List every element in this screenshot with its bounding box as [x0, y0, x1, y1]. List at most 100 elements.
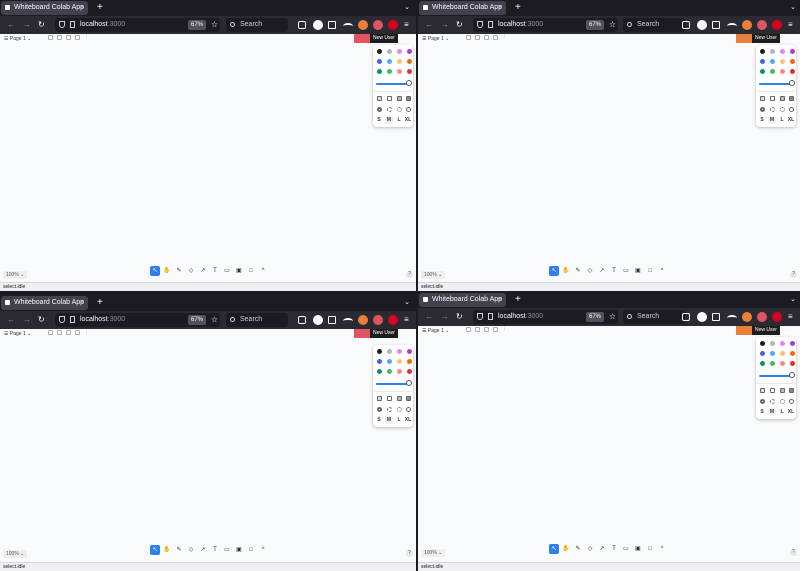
- list-all-tabs-icon[interactable]: ⌄: [404, 0, 410, 16]
- draw-tool-icon[interactable]: ✎: [174, 545, 184, 555]
- size-s-button[interactable]: S: [758, 116, 766, 124]
- ublock-icon[interactable]: [772, 20, 782, 30]
- text-tool-icon[interactable]: T: [210, 545, 220, 555]
- list-all-tabs-icon[interactable]: ⌄: [404, 295, 410, 311]
- fill-none-icon[interactable]: [760, 96, 765, 101]
- size-xl-button[interactable]: XL: [404, 116, 412, 124]
- undo-icon[interactable]: [466, 327, 471, 332]
- help-button[interactable]: ?: [790, 549, 797, 556]
- forward-icon[interactable]: →: [23, 311, 31, 329]
- url-text[interactable]: localhost:3000: [80, 18, 125, 32]
- color-swatch[interactable]: [397, 69, 402, 74]
- close-tab-icon[interactable]: ×: [80, 1, 84, 15]
- color-swatch[interactable]: [760, 361, 765, 366]
- size-m-button[interactable]: M: [385, 416, 393, 424]
- color-swatch[interactable]: [377, 369, 382, 374]
- size-l-button[interactable]: L: [778, 116, 786, 124]
- size-s-button[interactable]: S: [758, 408, 766, 416]
- color-swatch[interactable]: [780, 341, 785, 346]
- url-bar[interactable]: localhost:3000 67% ☆: [473, 310, 618, 324]
- redo-icon[interactable]: [475, 327, 480, 332]
- fill-none-icon[interactable]: [760, 388, 765, 393]
- tracking-shield-icon[interactable]: [59, 316, 65, 323]
- extension-red-icon[interactable]: [373, 20, 383, 30]
- color-swatch[interactable]: [790, 351, 795, 356]
- opacity-slider-handle[interactable]: [406, 80, 412, 86]
- color-swatch[interactable]: [770, 341, 775, 346]
- browser-tab[interactable]: Whiteboard Colab App ×: [1, 1, 88, 15]
- search-input[interactable]: Search: [623, 18, 685, 32]
- forward-icon[interactable]: →: [441, 308, 449, 326]
- color-swatch[interactable]: [780, 49, 785, 54]
- bookmark-star-icon[interactable]: ☆: [211, 18, 218, 32]
- back-icon[interactable]: ←: [425, 308, 433, 326]
- undo-icon[interactable]: [466, 35, 471, 40]
- duplicate-icon[interactable]: [75, 330, 80, 335]
- media-tool-icon[interactable]: ▣: [633, 266, 643, 276]
- app-menu-icon[interactable]: ≡: [404, 16, 409, 34]
- reload-icon[interactable]: ↻: [38, 311, 45, 329]
- select-tool-icon[interactable]: ↖: [150, 545, 160, 555]
- zoom-level-badge[interactable]: 67%: [585, 312, 604, 322]
- color-swatch[interactable]: [377, 359, 382, 364]
- dash-dotted-icon[interactable]: [780, 399, 785, 404]
- pocket-icon[interactable]: [682, 313, 690, 321]
- back-icon[interactable]: ←: [7, 311, 15, 329]
- bridge-extension-icon[interactable]: [727, 23, 737, 29]
- reload-icon[interactable]: ↻: [456, 16, 463, 34]
- more-actions-icon[interactable]: ⋮: [84, 330, 89, 335]
- whiteboard-canvas[interactable]: [0, 44, 416, 283]
- page-info-icon[interactable]: [488, 313, 493, 320]
- duplicate-icon[interactable]: [75, 35, 80, 40]
- ublock-icon[interactable]: [772, 312, 782, 322]
- dash-dashed-icon[interactable]: [387, 407, 392, 412]
- hand-tool-icon[interactable]: ✋: [561, 544, 571, 554]
- page-info-icon[interactable]: [70, 316, 75, 323]
- trash-icon[interactable]: [484, 35, 489, 40]
- size-xl-button[interactable]: XL: [404, 416, 412, 424]
- whiteboard-canvas[interactable]: [418, 336, 800, 563]
- url-bar[interactable]: localhost:3000 67% ☆: [473, 18, 618, 32]
- help-button[interactable]: ?: [406, 271, 413, 278]
- redo-icon[interactable]: [57, 330, 62, 335]
- color-swatch[interactable]: [760, 351, 765, 356]
- fill-semi-icon[interactable]: [770, 388, 775, 393]
- color-swatch[interactable]: [780, 361, 785, 366]
- bridge-extension-icon[interactable]: [343, 318, 353, 324]
- duplicate-icon[interactable]: [493, 35, 498, 40]
- color-swatch[interactable]: [387, 69, 392, 74]
- bookmark-star-icon[interactable]: ☆: [211, 313, 218, 327]
- dash-draw-icon[interactable]: [760, 399, 765, 404]
- browser-tab[interactable]: Whiteboard Colab App ×: [1, 296, 88, 310]
- help-button[interactable]: ?: [406, 550, 413, 557]
- app-menu-icon[interactable]: ≡: [404, 311, 409, 329]
- list-all-tabs-icon[interactable]: ⌄: [790, 0, 796, 16]
- fill-solid-icon[interactable]: [780, 388, 785, 393]
- select-tool-icon[interactable]: ↖: [549, 266, 559, 276]
- page-selector[interactable]: ☰ Page 1 ⌄: [422, 35, 449, 43]
- opacity-slider-handle[interactable]: [789, 372, 795, 378]
- zoom-menu[interactable]: 100% ⌄: [3, 271, 28, 279]
- extension-orange-icon[interactable]: [742, 312, 752, 322]
- select-tool-icon[interactable]: ↖: [150, 266, 160, 276]
- note-tool-icon[interactable]: ▭: [621, 266, 631, 276]
- more-actions-icon[interactable]: ⋮: [84, 35, 89, 40]
- color-swatch[interactable]: [397, 49, 402, 54]
- note-tool-icon[interactable]: ▭: [222, 266, 232, 276]
- color-swatch[interactable]: [407, 59, 412, 64]
- arrow-tool-icon[interactable]: ↗: [597, 266, 607, 276]
- zoom-menu[interactable]: 100% ⌄: [421, 271, 446, 279]
- size-l-button[interactable]: L: [395, 116, 403, 124]
- color-swatch[interactable]: [760, 49, 765, 54]
- fill-pattern-icon[interactable]: [406, 396, 411, 401]
- close-tab-icon[interactable]: ×: [80, 296, 84, 310]
- color-swatch[interactable]: [377, 69, 382, 74]
- eraser-tool-icon[interactable]: ◇: [186, 266, 196, 276]
- bookmark-star-icon[interactable]: ☆: [609, 310, 616, 324]
- text-tool-icon[interactable]: T: [609, 266, 619, 276]
- bookmark-star-icon[interactable]: ☆: [609, 18, 616, 32]
- fill-solid-icon[interactable]: [780, 96, 785, 101]
- extensions-icon[interactable]: [328, 21, 336, 29]
- account-icon[interactable]: [313, 20, 323, 30]
- rectangle-tool-icon[interactable]: □: [246, 266, 256, 276]
